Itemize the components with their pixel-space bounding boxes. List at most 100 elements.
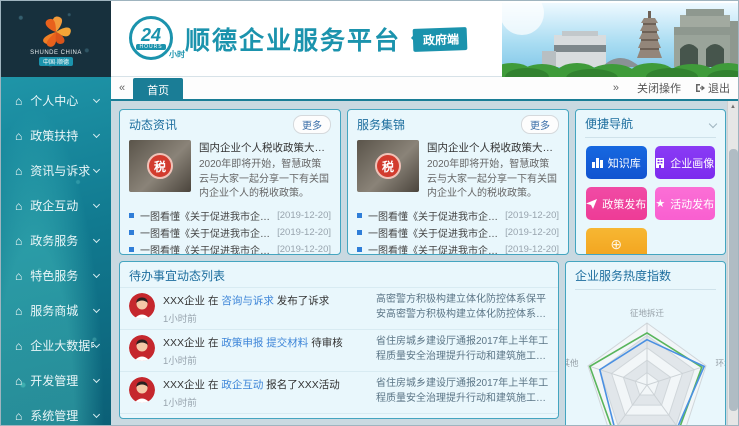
home-icon: ⌂ (15, 94, 22, 108)
chevron-down-icon (93, 165, 100, 172)
service-thumbnail: 税 (357, 140, 419, 192)
bullet-icon (357, 213, 362, 218)
sidebar-item-policy-support[interactable]: ⌂政策扶持 (1, 118, 111, 153)
panel-title: 待办事宜动态列表 (129, 267, 225, 284)
todo-company: XXX企业 (163, 295, 205, 307)
paper-plane-icon (586, 199, 597, 209)
chevron-down-icon (93, 270, 100, 277)
home-icon: ⌂ (15, 164, 22, 178)
service-list-item[interactable]: 一图看懂《关于促进我市企业“升高”工作–[2019-12-20] (357, 241, 559, 256)
collapse-tabs-icon[interactable]: « (111, 82, 133, 94)
featured-title: 国内企业个人税收政策大汇总 (199, 142, 331, 154)
home-icon: ⌂ (15, 129, 22, 143)
svg-text:环境: 环境 (716, 358, 727, 368)
radar-chart: 征地拆迁环境 其他 (566, 294, 726, 425)
sidebar-item-bigdata-center[interactable]: ⌂企业大数据中心 (1, 328, 111, 363)
sidebar-item-service-mall[interactable]: ⌂服务商城 (1, 293, 111, 328)
sidebar-item-featured-services[interactable]: ⌂特色服务 (1, 258, 111, 293)
brand-title-group: 24 HOURS 小时 顺德企业服务平台 政府端 (129, 1, 467, 77)
main-area: « 首页 » 关闭操作 退出 动态资讯 更多 税 (111, 77, 739, 426)
scroll-up-icon[interactable]: ▲ (728, 101, 738, 110)
add-shortcut-button[interactable]: ⊕ (586, 228, 647, 255)
sidebar: ⌂个人中心 ⌂政策扶持 ⌂资讯与诉求 ⌂政企互动 ⌂政务服务 ⌂特色服务 ⌂服务… (1, 77, 111, 426)
chevron-down-icon[interactable] (709, 119, 717, 127)
news-list-item[interactable]: 一图看懂《关于促进我市企业“升高”工作–[2019-12-20] (129, 207, 331, 224)
todo-link[interactable]: 咨询与诉求 (221, 295, 274, 307)
expand-tabs-icon[interactable]: » (605, 82, 627, 94)
todo-link[interactable]: 政策申报 提交材料 (221, 337, 308, 349)
service-list-item[interactable]: 一图看懂《关于促进我市企业“升高”工作–[2019-12-20] (357, 224, 559, 241)
plus-circle-icon: ⊕ (610, 236, 622, 253)
sidebar-item-dev-management[interactable]: ⌂开发管理 (1, 363, 111, 398)
todo-row[interactable]: XXX企业 在 政企互动 报名了XXX活动 1小时前 省住房城乡建设厅通报201… (120, 371, 558, 413)
panel-title: 企业服务热度指数 (575, 267, 671, 284)
bullet-icon (129, 247, 134, 252)
brand-logo: SHUNDE CHINA 中国·顺德 (1, 1, 111, 77)
todo-row[interactable]: XXX王洪刚 在 点对点帮扶 上传了 援助需求 1小时前 我厅组织开展全省装配式… (120, 413, 558, 419)
chevron-down-icon (93, 235, 100, 242)
panel-todo-list: 待办事宜动态列表 XXX企业 在 咨询与诉求 发布了诉求 1小时前 高密警方积极… (119, 261, 559, 419)
news-list-item[interactable]: 一图看懂《关于促进我市企业“升高”工作–[2019-12-20] (129, 224, 331, 241)
home-icon: ⌂ (15, 269, 22, 283)
chevron-down-icon (93, 305, 100, 312)
svg-text:征地拆迁: 征地拆迁 (630, 308, 665, 318)
app-window: SHUNDE CHINA 中国·顺德 24 HOURS 小时 顺德企业服务平台 … (0, 0, 739, 426)
todo-time: 1小时前 (163, 395, 368, 409)
avatar (129, 293, 155, 319)
activity-publish-button[interactable]: ★ 活动发布 (655, 187, 716, 220)
vertical-scrollbar[interactable]: ▲ (727, 101, 738, 426)
chevron-down-icon (93, 375, 100, 382)
home-icon: ⌂ (15, 339, 22, 353)
todo-action: 发布了诉求 (277, 295, 330, 307)
sidebar-item-personal-center[interactable]: ⌂个人中心 (1, 83, 111, 118)
service-list-item[interactable]: 一图看懂《关于促进我市企业“升高”工作–[2019-12-20] (357, 207, 559, 224)
todo-row[interactable]: XXX企业 在 咨询与诉求 发布了诉求 1小时前 高密警方积极构建立体化防控体系… (120, 287, 558, 329)
content-area: 动态资讯 更多 税 国内企业个人税收政策大汇总[2019-12-20] 2020… (111, 101, 739, 425)
header: SHUNDE CHINA 中国·顺德 24 HOURS 小时 顺德企业服务平台 … (1, 1, 739, 77)
todo-row[interactable]: XXX企业 在 政策申报 提交材料 待审核 1小时前 省住房城乡建设厅通报201… (120, 329, 558, 371)
featured-summary: 2020年即将开始，智慧政策云与大家一起分享一下有关国内企业个人的税收政策。 (199, 158, 331, 202)
bullet-icon (357, 247, 362, 252)
building-icon (655, 158, 665, 168)
service-more-button[interactable]: 更多 (521, 115, 559, 134)
bullet-icon (357, 230, 362, 235)
panel-dynamic-news: 动态资讯 更多 税 国内企业个人税收政策大汇总[2019-12-20] 2020… (119, 109, 341, 255)
home-icon: ⌂ (15, 199, 22, 213)
todo-link[interactable]: 政企互动 (221, 379, 263, 391)
home-icon: ⌂ (15, 234, 22, 248)
todo-time: 1小时前 (163, 311, 368, 325)
sidebar-item-sys-management[interactable]: ⌂系统管理 (1, 398, 111, 426)
logout-button[interactable]: 退出 (691, 80, 739, 96)
sidebar-item-gov-services[interactable]: ⌂政务服务 (1, 223, 111, 258)
sidebar-item-info-appeals[interactable]: ⌂资讯与诉求 (1, 153, 111, 188)
news-more-button[interactable]: 更多 (293, 115, 331, 134)
scrollbar-thumb[interactable] (729, 149, 738, 411)
close-operations-button[interactable]: 关闭操作 (627, 80, 691, 96)
todo-detail: 省住房城乡建设厅通报2017年上半年工程质量安全治理提升行动和建筑施工扬尘专01… (376, 377, 549, 406)
todo-time: 1小时前 (163, 353, 368, 367)
panel-service-collection: 服务集锦 更多 税 国内企业个人税收政策大汇总[2019-12-20] 2020… (347, 109, 569, 255)
svg-text:其他: 其他 (566, 358, 579, 368)
news-featured-item[interactable]: 税 国内企业个人税收政策大汇总[2019-12-20] 2020年即将开始，智慧… (120, 137, 340, 205)
knowledge-base-button[interactable]: 知识库 (586, 146, 647, 179)
policy-publish-button[interactable]: 政策发布 (586, 187, 647, 220)
avatar (129, 377, 155, 403)
flower-logo-icon (34, 12, 78, 50)
featured-title: 国内企业个人税收政策大汇总 (427, 142, 559, 154)
enterprise-portrait-button[interactable]: 企业画像 (655, 146, 716, 179)
news-list-item[interactable]: 一图看懂《关于促进我市企业“升高”工作–[2019-12-20] (129, 241, 331, 256)
sidebar-item-gov-enterprise[interactable]: ⌂政企互动 (1, 188, 111, 223)
panel-title: 便捷导航 (585, 115, 633, 132)
todo-company: XXX企业 (163, 337, 205, 349)
news-thumbnail: 税 (129, 140, 191, 192)
bar-chart-icon (592, 158, 603, 168)
tab-home[interactable]: 首页 (133, 78, 183, 100)
chevron-down-icon (93, 95, 100, 102)
panel-service-heat-index: 企业服务热度指数 征地拆迁环境 其他 (565, 261, 726, 425)
chevron-down-icon (93, 130, 100, 137)
panel-quick-nav: 便捷导航 知识库 企业画像 (575, 109, 726, 255)
service-featured-item[interactable]: 税 国内企业个人税收政策大汇总[2019-12-20] 2020年即将开始，智慧… (348, 137, 568, 205)
home-icon: ⌂ (15, 304, 22, 318)
todo-action: 报名了XXX活动 (266, 379, 340, 391)
star-icon: ★ (655, 197, 665, 210)
